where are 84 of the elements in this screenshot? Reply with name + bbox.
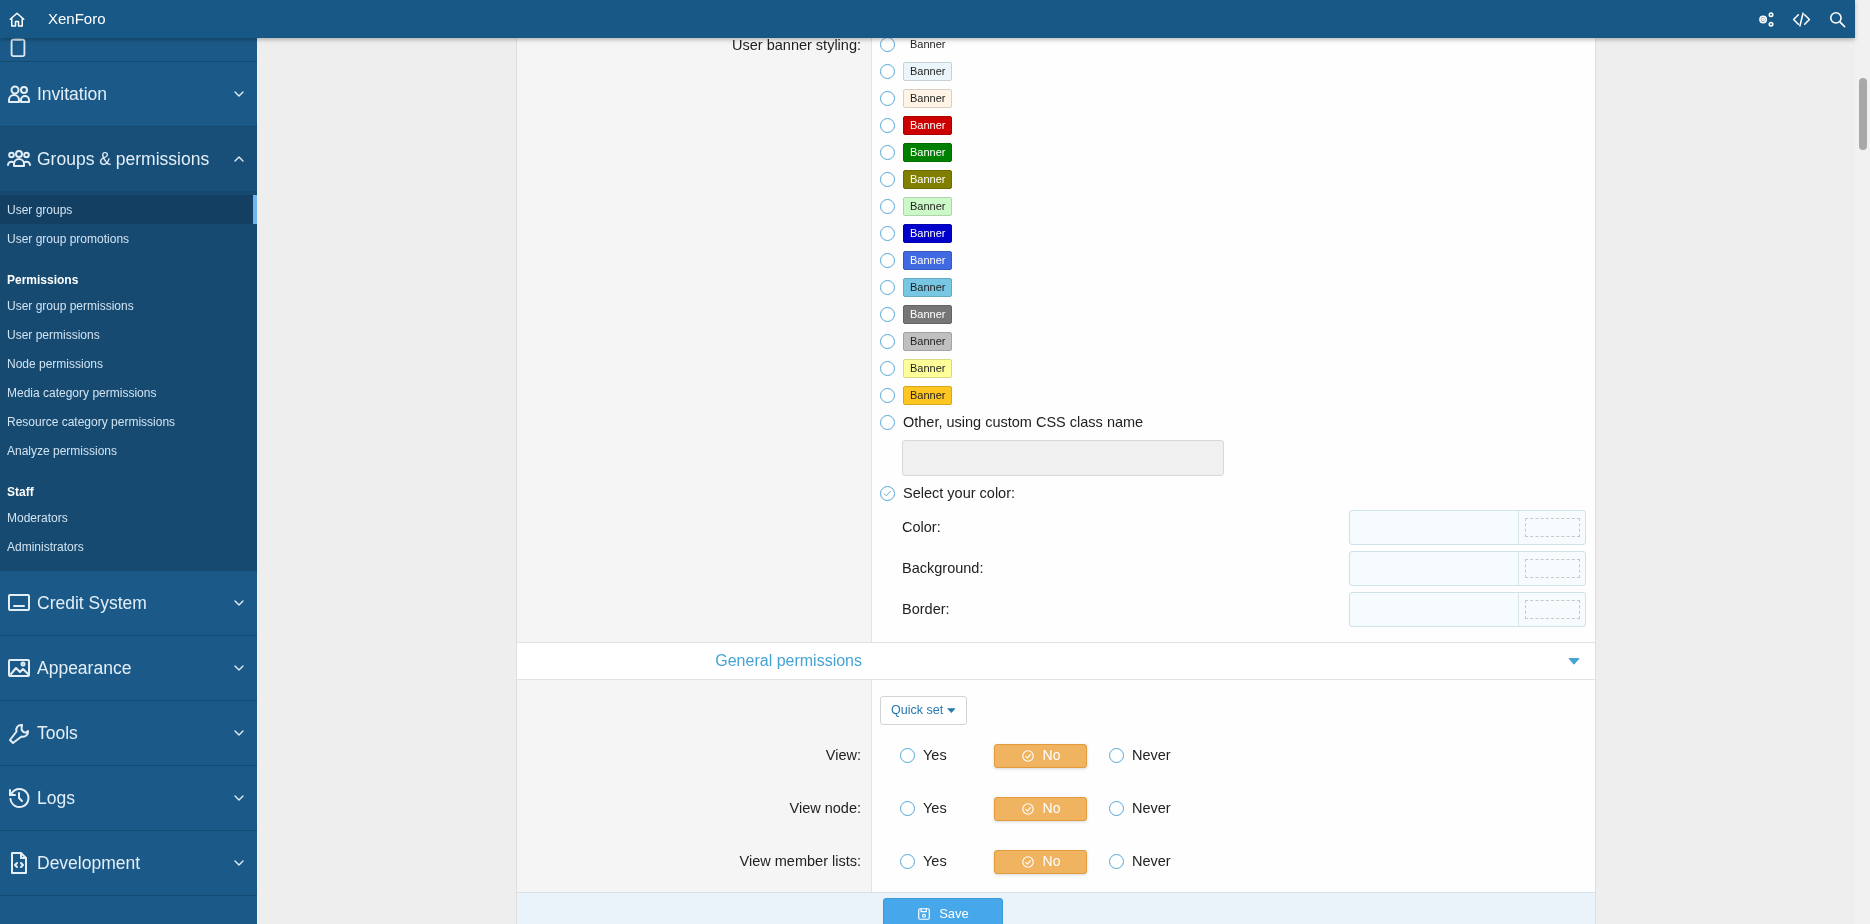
quick-set-button[interactable]: Quick set — [880, 696, 967, 725]
sidebar-section[interactable]: Groups & permissions — [0, 127, 257, 192]
color-swatch[interactable] — [1524, 559, 1580, 578]
field-label: View: — [825, 745, 861, 765]
banner-label: Banner — [903, 278, 953, 297]
checked-radio[interactable] — [880, 486, 895, 501]
field-label: Background: — [902, 558, 984, 578]
menu-heading: Staff — [6, 484, 35, 501]
home-icon[interactable] — [8, 10, 26, 29]
sidebar-link[interactable]: User permissions — [0, 320, 257, 349]
banner-label: Banner — [903, 305, 953, 324]
wrench-icon — [7, 721, 31, 745]
sidebar-section[interactable]: Credit System — [0, 571, 257, 636]
sidebar-link[interactable]: Resource category permissions — [0, 407, 257, 436]
radio-button[interactable] — [880, 307, 895, 322]
radio-button[interactable] — [880, 172, 895, 187]
caret-down-icon — [946, 706, 956, 716]
color-swatch[interactable] — [1524, 600, 1580, 619]
banner-label: Banner — [903, 143, 953, 162]
banner-label: Banner — [903, 116, 953, 135]
option-label: Select your color: — [903, 483, 1016, 503]
radio-option[interactable]: Yes — [900, 797, 972, 820]
banner-label: Banner — [903, 251, 953, 270]
radio-button[interactable] — [880, 199, 895, 214]
radio-option[interactable]: Never — [1109, 744, 1181, 767]
field-label: User banner styling: — [731, 38, 861, 55]
sidebar-link[interactable]: User groups — [0, 195, 257, 224]
radio-option[interactable]: Never — [1109, 850, 1181, 873]
sidebar-link[interactable]: User group promotions — [0, 224, 257, 253]
color-picker-field[interactable] — [1349, 592, 1586, 627]
check-icon — [882, 488, 893, 499]
sidebar-section[interactable]: Tools — [0, 701, 257, 766]
radio-button[interactable] — [880, 253, 895, 268]
css-class-field[interactable] — [902, 440, 1224, 476]
field-label: View node: — [789, 798, 861, 818]
sidebar-link[interactable]: Media category permissions — [0, 378, 257, 407]
sidebar-link[interactable]: Node permissions — [0, 349, 257, 378]
radio-button[interactable] — [880, 91, 895, 106]
option-label: Other, using custom CSS class name — [903, 412, 1144, 432]
field-label: Border: — [902, 599, 950, 619]
radio-button[interactable] — [880, 118, 895, 133]
field-label: View member lists: — [739, 851, 861, 871]
save-icon — [917, 906, 932, 921]
color-picker-field[interactable] — [1349, 510, 1586, 545]
radio-button[interactable] — [880, 415, 895, 430]
sidebar-link[interactable]: Moderators — [0, 503, 257, 532]
sidebar-section[interactable]: Development — [0, 831, 257, 896]
color-swatch[interactable] — [1524, 518, 1580, 537]
image-icon — [7, 656, 31, 680]
banner-label: Banner — [903, 386, 953, 405]
radio-button[interactable] — [880, 38, 895, 52]
field-label: Color: — [902, 517, 941, 537]
scrollbar-thumb[interactable] — [1859, 78, 1867, 150]
sidebar-link[interactable]: User group permissions — [0, 291, 257, 320]
banner-label: Banner — [903, 359, 953, 378]
color-picker-field[interactable] — [1349, 551, 1586, 586]
menu-heading: Permissions — [6, 272, 80, 289]
radio-button[interactable] — [880, 64, 895, 79]
radio-option[interactable]: Yes — [900, 744, 972, 767]
sidebar-section[interactable]: Logs — [0, 766, 257, 831]
check-circle-icon — [1020, 748, 1035, 763]
check-circle-icon — [1020, 801, 1035, 816]
radio-button[interactable] — [880, 361, 895, 376]
radio-button[interactable] — [880, 280, 895, 295]
radio-option[interactable]: Yes — [900, 850, 972, 873]
radio-button[interactable] — [880, 334, 895, 349]
banner-label: Banner — [903, 224, 953, 243]
banner-label: Banner — [909, 38, 947, 52]
banner-label: Banner — [903, 89, 953, 108]
site-title[interactable]: XenForo — [48, 7, 106, 31]
sidebar-link[interactable]: Administrators — [0, 532, 257, 561]
radio-button[interactable] — [880, 145, 895, 160]
radio-button[interactable] — [880, 226, 895, 241]
radio-option[interactable]: Never — [1109, 797, 1181, 820]
radio-button[interactable] — [880, 388, 895, 403]
banner-label: Banner — [903, 170, 953, 189]
check-circle-icon — [1020, 854, 1035, 869]
history-icon — [7, 786, 31, 810]
sidebar-section[interactable]: Appearance — [0, 636, 257, 701]
banner-label: Banner — [903, 62, 953, 81]
banner-label: Banner — [903, 197, 953, 216]
banner-label: Banner — [903, 332, 953, 351]
sidebar-link[interactable]: Analyze permissions — [0, 436, 257, 465]
search-icon[interactable] — [1827, 9, 1847, 29]
